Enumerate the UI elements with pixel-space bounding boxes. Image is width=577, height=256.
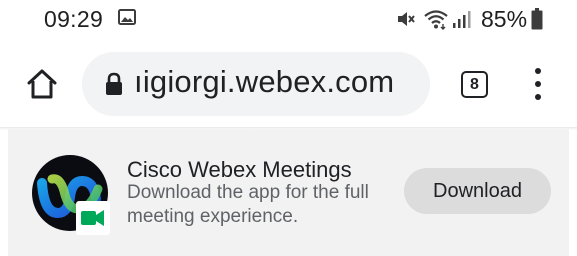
tab-switcher-icon: 8	[461, 71, 488, 98]
webex-app-icon	[32, 155, 110, 235]
home-icon	[27, 69, 57, 99]
home-button[interactable]	[24, 66, 60, 102]
battery-icon	[531, 8, 543, 30]
address-bar[interactable]: ıigiorgi.webex.com	[82, 52, 430, 116]
status-time: 09:29	[44, 6, 104, 32]
tab-switcher-button[interactable]: 8	[458, 68, 490, 100]
browser-toolbar: ıigiorgi.webex.com 8	[0, 52, 577, 116]
download-button[interactable]: Download	[404, 168, 551, 214]
url-text: ıigiorgi.webex.com	[134, 64, 395, 99]
tab-count: 8	[470, 75, 479, 93]
gallery-icon	[118, 9, 136, 25]
status-bar: 09:29 85%	[0, 0, 577, 40]
mute-icon	[398, 12, 415, 26]
more-menu-button[interactable]	[526, 66, 550, 102]
app-description: Download the app for the full meeting ex…	[127, 182, 369, 227]
battery-percent: 85%	[481, 6, 528, 32]
lock-icon	[106, 72, 122, 95]
wifi-icon	[424, 10, 448, 30]
signal-icon	[453, 11, 471, 28]
browser-screen: 09:29 85% ıigiorgi.webex.com 8 Cisco Web…	[0, 0, 577, 256]
app-name: Cisco Webex Meetings	[127, 157, 352, 182]
app-install-banner: Cisco Webex Meetings Download the app fo…	[8, 129, 569, 256]
